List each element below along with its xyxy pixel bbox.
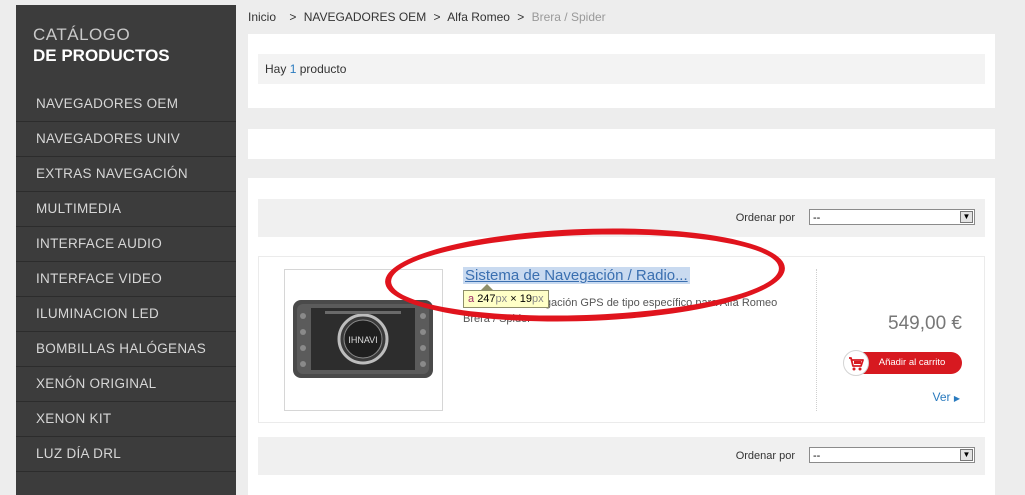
breadcrumb-separator: >: [433, 10, 441, 24]
category-list: NAVEGADORES OEM NAVEGADORES UNIV EXTRAS …: [16, 87, 236, 472]
catalog-sidebar: CATÁLOGO DE PRODUCTOS NAVEGADORES OEM NA…: [16, 5, 236, 495]
sort-label: Ordenar por: [735, 450, 795, 462]
inspector-tooltip: a 247px × 19px: [463, 290, 549, 308]
sidebar-item-navegadores-oem[interactable]: NAVEGADORES OEM: [16, 87, 236, 122]
breadcrumb: Inicio > NAVEGADORES OEM > Alfa Romeo > …: [248, 10, 610, 24]
cart-icon[interactable]: [843, 350, 869, 376]
results-prefix: Hay: [265, 62, 287, 76]
product-card: IHNAVI Sistema de Navegación / Radio... …: [258, 256, 985, 423]
product-list-panel: Ordenar por -- ▼ IHNAVI Sistema de Naveg…: [248, 178, 995, 495]
product-title-link[interactable]: Sistema de Navegación / Radio...: [463, 267, 690, 284]
breadcrumb-separator: >: [289, 10, 297, 24]
sidebar-item-bombillas-halogenas[interactable]: BOMBILLAS HALÓGENAS: [16, 332, 236, 367]
breadcrumb-navegadores-oem[interactable]: NAVEGADORES OEM: [304, 10, 426, 24]
tooltip-height: 19: [519, 293, 532, 305]
navigation-unit-image: IHNAVI: [293, 300, 433, 378]
sidebar-item-navegadores-univ[interactable]: NAVEGADORES UNIV: [16, 122, 236, 157]
sidebar-item-iluminacion-led[interactable]: ILUMINACION LED: [16, 297, 236, 332]
sidebar-item-xenon-original[interactable]: XENÓN ORIGINAL: [16, 367, 236, 402]
product-divider: [816, 269, 818, 411]
results-suffix: producto: [299, 62, 347, 76]
caret-right-icon: ▶: [953, 394, 960, 403]
product-image[interactable]: IHNAVI: [284, 269, 443, 411]
sidebar-item-multimedia[interactable]: MULTIMEDIA: [16, 192, 236, 227]
breadcrumb-separator: >: [517, 10, 525, 24]
catalog-heading-line2: DE PRODUCTOS: [33, 46, 170, 65]
sort-select-value: --: [813, 450, 821, 462]
empty-panel: [248, 129, 995, 159]
sidebar-item-extras-navegacion[interactable]: EXTRAS NAVEGACIÓN: [16, 157, 236, 192]
tooltip-width: 247: [477, 293, 496, 305]
sidebar-item-luz-dia-drl[interactable]: LUZ DÍA DRL: [16, 437, 236, 472]
tooltip-unit: px: [495, 293, 508, 305]
sidebar-item-interface-video[interactable]: INTERFACE VIDEO: [16, 262, 236, 297]
sort-bar-bottom: Ordenar por -- ▼: [258, 437, 985, 475]
breadcrumb-current: Brera / Spider: [531, 10, 606, 24]
tooltip-tag: a: [468, 293, 475, 305]
results-number: 1: [289, 62, 297, 76]
sidebar-item-xenon-kit[interactable]: XENON KIT: [16, 402, 236, 437]
sort-select[interactable]: -- ▼: [809, 209, 975, 225]
tooltip-times: ×: [510, 293, 517, 305]
sort-label: Ordenar por: [735, 212, 795, 224]
breadcrumb-home[interactable]: Inicio: [248, 10, 276, 24]
chevron-down-icon[interactable]: ▼: [960, 449, 973, 461]
view-product-link[interactable]: Ver ▶: [932, 390, 960, 404]
catalog-heading-line1: CATÁLOGO: [33, 25, 131, 44]
product-price: 549,00 €: [888, 313, 962, 334]
tooltip-unit: px: [531, 293, 544, 305]
sort-select-value: --: [813, 212, 821, 224]
breadcrumb-alfa-romeo[interactable]: Alfa Romeo: [447, 10, 510, 24]
chevron-down-icon[interactable]: ▼: [960, 211, 973, 223]
sidebar-item-interface-audio[interactable]: INTERFACE AUDIO: [16, 227, 236, 262]
catalog-heading: CATÁLOGO DE PRODUCTOS: [16, 5, 236, 73]
product-image-brand: IHNAVI: [348, 335, 377, 345]
results-count: Hay 1 producto: [258, 54, 985, 84]
results-panel: Hay 1 producto: [248, 34, 995, 108]
sort-select[interactable]: -- ▼: [809, 447, 975, 463]
sort-bar-top: Ordenar por -- ▼: [258, 199, 985, 237]
view-label: Ver: [932, 390, 951, 404]
